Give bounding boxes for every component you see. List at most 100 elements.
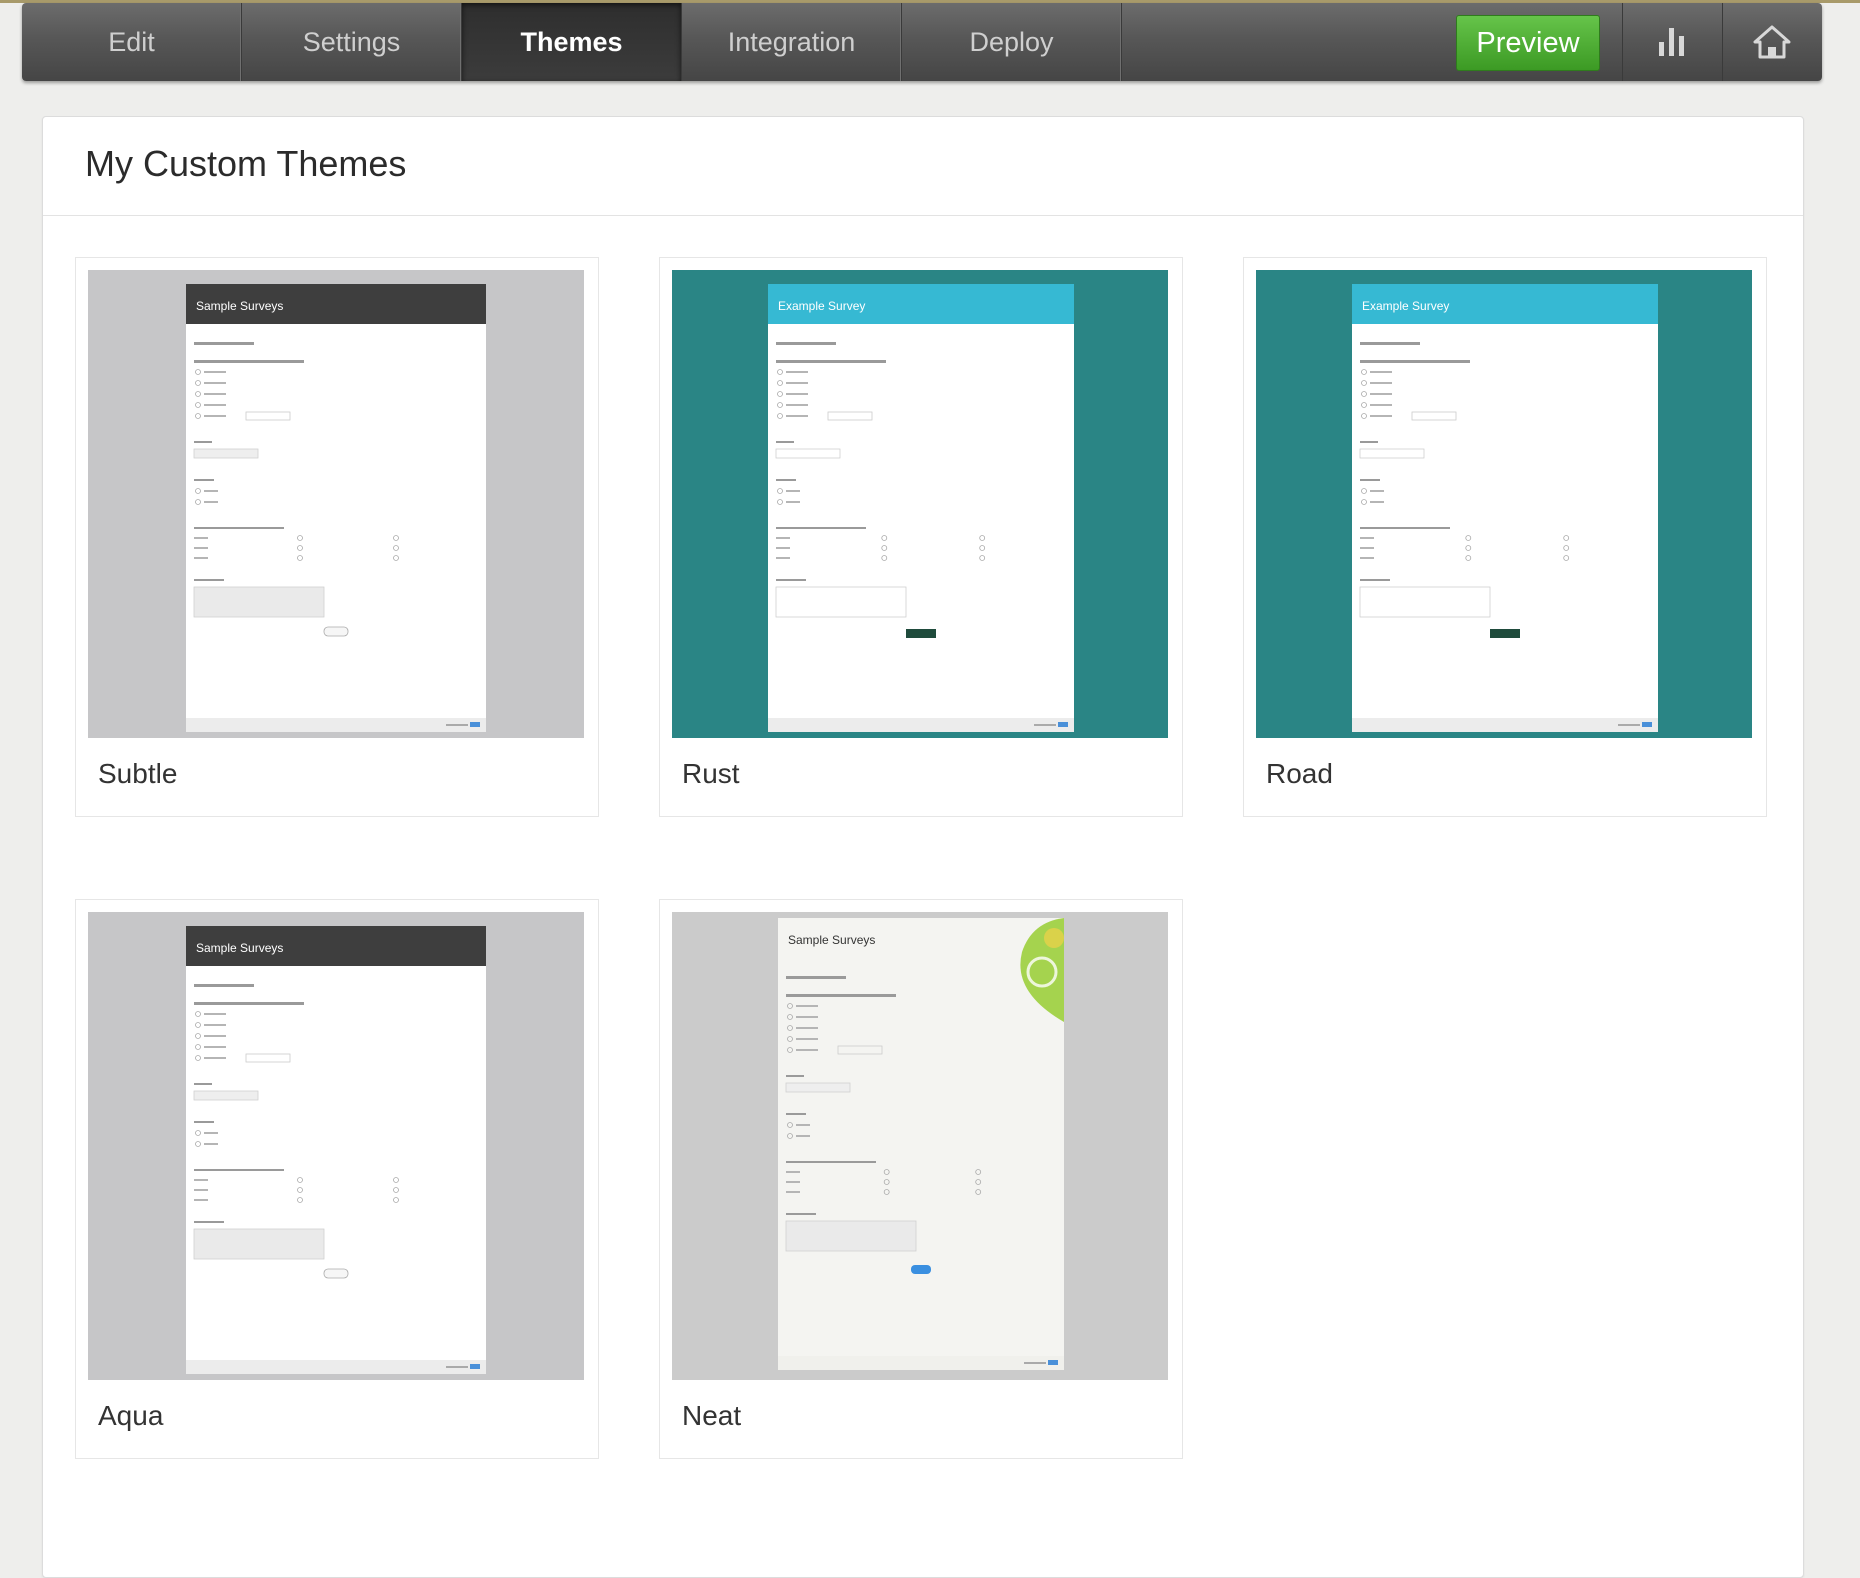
thumb-form-title: Sample Surveys [788,933,875,947]
thumb-line [204,1132,218,1134]
thumb-logo [1642,722,1652,727]
thumb-line [1370,393,1392,395]
theme-thumbnail: Example Survey [1256,270,1752,738]
thumb-line [796,1135,810,1137]
thumb-form-title: Example Survey [778,299,865,313]
thumb-line [204,404,226,406]
thumb-textarea [1359,586,1491,618]
tab-integration[interactable]: Integration [682,3,902,81]
theme-name: Road [1266,758,1333,789]
tab-edit[interactable]: Edit [22,3,242,81]
thumb-line [194,1002,304,1005]
thumb-line [194,557,208,559]
thumb-line [204,1143,218,1145]
thumb-line [776,342,836,345]
tab-deploy[interactable]: Deploy [902,3,1122,81]
thumb-input [1359,448,1425,459]
thumb-line [796,1005,818,1007]
thumb-line [786,1113,806,1115]
thumb-submit [323,626,349,637]
thumb-footer [186,718,486,732]
thumb-line [194,537,208,539]
thumb-line [204,1057,226,1059]
thumb-line [786,1213,816,1215]
panel-header: My Custom Themes [43,117,1803,216]
thumb-submit [1490,629,1520,638]
thumb-line [1370,501,1384,503]
thumb-line [446,1366,468,1368]
themes-panel: My Custom Themes Sample Surveys Subtle E… [42,116,1804,1578]
thumb-line [1360,527,1450,529]
thumb-line [776,479,796,481]
home-button[interactable] [1722,3,1822,81]
thumb-line [786,371,808,373]
thumb-form-page [778,918,1064,1370]
thumb-line [194,342,254,345]
theme-card-road[interactable]: Example Survey Road [1243,257,1767,817]
theme-thumbnail: Example Survey [672,270,1168,738]
page-title: My Custom Themes [85,143,407,184]
thumb-submit [911,1265,931,1274]
tab-settings[interactable]: Settings [242,3,462,81]
thumb-line [1618,724,1640,726]
tab-themes[interactable]: Themes [462,3,682,81]
thumb-line [194,479,214,481]
thumb-line [1360,557,1374,559]
thumb-logo [470,1364,480,1369]
thumb-line [796,1027,818,1029]
thumb-line [204,490,218,492]
theme-thumbnail: Sample Surveys [88,912,584,1380]
thumb-footer [186,1360,486,1374]
thumb-line [194,1121,214,1123]
thumb-line [786,994,896,997]
thumb-line [786,976,846,979]
thumb-line [204,371,226,373]
thumb-textarea [775,586,907,618]
thumb-line [1024,1362,1046,1364]
bar-chart-icon [1659,28,1684,56]
thumb-line [1370,404,1392,406]
thumb-line [204,382,226,384]
thumb-line [776,441,794,443]
thumb-line [194,1189,208,1191]
thumb-line [796,1016,818,1018]
theme-card-subtle[interactable]: Sample Surveys Subtle [75,257,599,817]
theme-thumbnail: Sample Surveys [88,270,584,738]
thumb-line [204,393,226,395]
stats-button[interactable] [1622,3,1722,81]
thumb-line [1360,342,1420,345]
theme-name: Aqua [98,1400,164,1431]
thumb-form-title: Example Survey [1362,299,1449,313]
thumb-line [194,984,254,987]
thumb-logo [470,722,480,727]
thumb-form-page [1352,284,1658,732]
theme-card-rust[interactable]: Example Survey Rust [659,257,1183,817]
theme-card-aqua[interactable]: Sample Surveys Aqua [75,899,599,1459]
thumb-line [1360,479,1380,481]
theme-name: Neat [682,1400,742,1431]
thumb-line [786,1191,800,1193]
thumb-line [194,1221,224,1223]
thumb-line [776,537,790,539]
thumb-line [786,490,800,492]
theme-name: Rust [682,758,740,789]
thumb-input [193,1090,259,1101]
thumb-textarea [193,1228,325,1260]
thumb-line [796,1124,810,1126]
thumb-line [796,1049,818,1051]
theme-card-neat[interactable]: Sample Surveys Neat [659,899,1183,1459]
thumb-line [204,1035,226,1037]
thumb-line [1360,547,1374,549]
thumb-line [1360,360,1470,363]
thumb-textarea [785,1220,917,1252]
thumb-line [786,393,808,395]
thumb-footer [768,718,1074,732]
preview-button[interactable]: Preview [1456,15,1600,71]
thumb-line [786,1171,800,1173]
thumb-input [775,448,841,459]
theme-thumbnail: Sample Surveys [672,912,1168,1380]
thumb-logo [1048,1360,1058,1365]
thumb-line [796,1038,818,1040]
thumb-line [1370,371,1392,373]
thumb-line [194,527,284,529]
